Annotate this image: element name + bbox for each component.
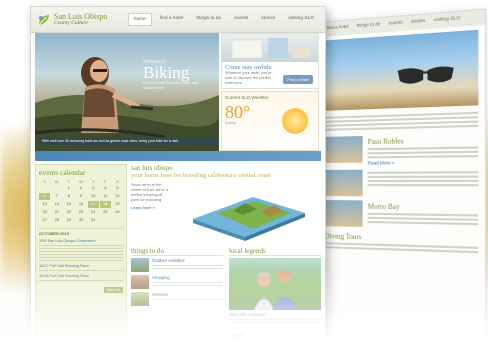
calendar-weekday: S [116, 180, 119, 184]
calendar-day[interactable]: 16 [75, 201, 86, 208]
secondary-nav-item[interactable]: stories [411, 18, 425, 27]
calendar-weekday: M [55, 180, 59, 184]
things-to-do-title: things to do [131, 247, 223, 256]
main-nav: home find a hotel things to do events st… [127, 13, 319, 26]
logo-subtitle: County Culture [54, 19, 88, 26]
calendar-day[interactable]: 2 [75, 185, 86, 192]
calendar-day[interactable]: 27 [39, 217, 50, 224]
find-hotel-button[interactable]: Find a Hotel [283, 75, 313, 84]
calendar-day[interactable]: 25 [100, 209, 111, 216]
calendar-day[interactable]: 18 [99, 201, 111, 208]
calendar-day[interactable]: 4 [100, 185, 111, 192]
site-header: San Luis Obispo County Culture home find… [31, 7, 325, 33]
intro-text: Since we're at the center of it all, we'… [131, 183, 168, 202]
calendar-day[interactable]: 17 [87, 201, 99, 208]
calendar-day [112, 217, 123, 224]
weather-label: Current SLO Weather [225, 95, 269, 100]
nav-things-to-do[interactable]: things to do [191, 13, 226, 26]
weather-widget: Current SLO Weather 80° Sunny [221, 91, 319, 151]
calendar-day[interactable]: 1 [63, 185, 74, 192]
secondary-section-title: Morro Bay [367, 202, 400, 212]
calendar-day[interactable]: 23 [75, 209, 86, 216]
calendar-title: events calendar [39, 168, 86, 177]
calendar-day[interactable]: 9 [75, 193, 86, 200]
secondary-nav-item[interactable]: find a hotel [327, 24, 349, 34]
bottom-fade-reflection [0, 270, 488, 358]
secondary-nav-item[interactable]: events [389, 19, 403, 28]
calendar-event[interactable]: 10/6 San Luis Obispo Celebration [39, 239, 123, 261]
calendar-day [51, 185, 62, 192]
calendar-day[interactable]: 21 [51, 209, 62, 216]
calendar-weekday: T [91, 180, 95, 184]
calendar-event-title[interactable]: 10/6 San Luis Obispo Celebration [39, 239, 123, 243]
hero-divider-strip [35, 151, 321, 161]
nav-visiting-slo[interactable]: visiting SLO [283, 13, 319, 26]
calendar-weekday: W [79, 180, 83, 184]
hotel-room-photo [222, 34, 318, 62]
secondary-nav-item[interactable]: visiting SLO [434, 15, 460, 26]
nav-find-a-hotel[interactable]: find a hotel [155, 13, 188, 26]
county-3d-map[interactable] [175, 183, 321, 243]
calendar-day[interactable]: 10 [88, 193, 99, 200]
calendar-day[interactable]: 30 [75, 217, 86, 224]
calendar-day[interactable]: 6 [39, 193, 51, 200]
calendar-day[interactable]: 11 [100, 193, 111, 200]
cyclist-illustration [35, 57, 219, 151]
nav-events[interactable]: events [229, 13, 253, 26]
calendar-weekday: S [43, 180, 46, 184]
calendar-day[interactable]: 13 [39, 201, 50, 208]
calendar-day[interactable]: 14 [51, 201, 62, 208]
nav-stories[interactable]: stories [256, 13, 280, 26]
secondary-thumb [324, 169, 363, 197]
hotel-promo-text: Whatever your taste, you're sure to disc… [225, 71, 272, 85]
calendar-day[interactable]: 8 [63, 193, 74, 200]
calendar-day[interactable]: 3 [88, 185, 99, 192]
hero-title: Biking [143, 63, 190, 82]
calendar-day[interactable]: 29 [63, 217, 74, 224]
secondary-section-title: Paso Robles [367, 137, 404, 147]
intro-subheading: your home base for traveling california'… [131, 172, 271, 179]
hero-blurb: Miles of trails for enthusiasts and casu… [143, 81, 199, 90]
secondary-read-more-link[interactable]: Read More » [368, 159, 479, 165]
calendar-month-label: OCTOBER 2010 [39, 228, 123, 236]
calendar-day[interactable]: 15 [63, 201, 74, 208]
hero-photo: Mountain Biking Miles of trails for enth… [35, 33, 219, 151]
secondary-hero-image [324, 29, 479, 111]
calendar-day[interactable]: 19 [112, 201, 123, 208]
activity-title[interactable]: Outdoor Activities [152, 258, 223, 263]
calendar-day[interactable]: 24 [88, 209, 99, 216]
hero-caption: With well over 50 amazing trails as well… [39, 137, 217, 145]
calendar-day[interactable]: 5 [112, 185, 123, 192]
hotel-promo-card: Come stay awhile Whatever your taste, yo… [221, 33, 319, 89]
calendar-day[interactable]: 28 [51, 217, 62, 224]
sun-icon [282, 108, 308, 134]
calendar-weekday: T [67, 180, 71, 184]
calendar-day[interactable]: 7 [51, 193, 62, 200]
hotel-promo-title: Come stay awhile [225, 64, 272, 71]
calendar-day[interactable]: 26 [112, 209, 123, 216]
nav-home[interactable]: home [127, 13, 152, 26]
calendar-weekday: F [104, 180, 107, 184]
secondary-thumb [324, 135, 363, 163]
hero-title-block: Mountain Biking Miles of trails for enth… [143, 59, 205, 91]
secondary-nav-item[interactable]: things to do [357, 21, 381, 31]
local-legends-title: local legends [229, 247, 321, 256]
calendar-event-title[interactable]: 10/17 Fall Trail Running Race [39, 264, 123, 268]
calendar-day[interactable]: 31 [88, 217, 99, 224]
calendar-day [100, 217, 111, 224]
calendar-grid: S M T W T F S 1 2 3 4 5 6 7 8 9 10 11 12 13 14 15 16 17 18 19 20 21… [39, 180, 123, 224]
leaf-logo-icon [38, 14, 49, 25]
calendar-day[interactable]: 22 [63, 209, 74, 216]
site-logo[interactable]: San Luis Obispo County Culture [37, 12, 124, 27]
sunglasses-icon [397, 65, 454, 85]
calendar-day[interactable]: 20 [39, 209, 50, 216]
hero-section: Mountain Biking Miles of trails for enth… [35, 33, 321, 151]
calendar-day [39, 185, 50, 192]
intro-learn-more-link[interactable]: Learn More » [131, 205, 171, 210]
calendar-day[interactable]: 12 [112, 193, 123, 200]
intro-heading: san luis obispo [131, 164, 173, 172]
secondary-thumb [324, 200, 363, 227]
